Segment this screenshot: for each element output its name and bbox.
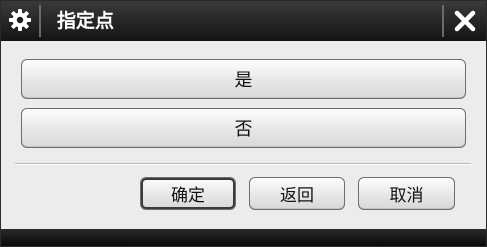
cancel-button[interactable]: 取消	[358, 177, 455, 210]
yes-button[interactable]: 是	[21, 59, 466, 99]
divider	[15, 163, 471, 165]
no-button-label: 否	[234, 119, 253, 140]
back-button-label: 返回	[280, 186, 314, 206]
close-button[interactable]	[447, 3, 483, 39]
back-button[interactable]: 返回	[249, 177, 345, 210]
window-title: 指定点	[57, 10, 115, 32]
close-icon	[454, 10, 476, 32]
title-separator-right	[442, 5, 444, 37]
bottom-bar	[1, 229, 486, 246]
title-separator-left	[39, 5, 41, 37]
no-button[interactable]: 否	[21, 108, 466, 148]
cancel-button-label: 取消	[389, 186, 424, 206]
dialog-window: 指定点 是 否 确定 返回 取消	[0, 0, 487, 247]
ok-button[interactable]: 确定	[140, 177, 236, 210]
yes-button-label: 是	[234, 70, 253, 91]
ok-button-label: 确定	[171, 186, 205, 206]
title-bar[interactable]: 指定点	[1, 1, 486, 41]
gear-icon[interactable]	[5, 5, 35, 35]
